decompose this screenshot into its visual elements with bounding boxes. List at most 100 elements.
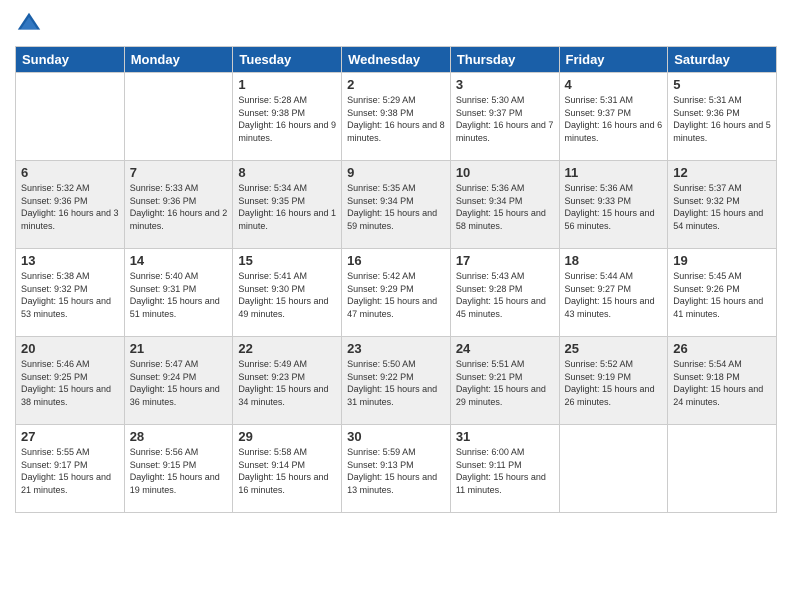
- day-number: 1: [238, 77, 336, 92]
- day-info: Sunrise: 5:58 AMSunset: 9:14 PMDaylight:…: [238, 446, 336, 496]
- day-info: Sunrise: 5:29 AMSunset: 9:38 PMDaylight:…: [347, 94, 445, 144]
- day-cell: 4 Sunrise: 5:31 AMSunset: 9:37 PMDaylight…: [559, 73, 668, 161]
- day-cell: 14 Sunrise: 5:40 AMSunset: 9:31 PMDayligh…: [124, 249, 233, 337]
- day-cell: 1 Sunrise: 5:28 AMSunset: 9:38 PMDaylight…: [233, 73, 342, 161]
- day-info: Sunrise: 5:46 AMSunset: 9:25 PMDaylight:…: [21, 358, 119, 408]
- day-number: 3: [456, 77, 554, 92]
- day-cell: [559, 425, 668, 513]
- day-info: Sunrise: 5:38 AMSunset: 9:32 PMDaylight:…: [21, 270, 119, 320]
- day-number: 5: [673, 77, 771, 92]
- day-cell: 5 Sunrise: 5:31 AMSunset: 9:36 PMDaylight…: [668, 73, 777, 161]
- day-cell: 11 Sunrise: 5:36 AMSunset: 9:33 PMDayligh…: [559, 161, 668, 249]
- day-cell: 19 Sunrise: 5:45 AMSunset: 9:26 PMDayligh…: [668, 249, 777, 337]
- day-number: 14: [130, 253, 228, 268]
- day-info: Sunrise: 5:41 AMSunset: 9:30 PMDaylight:…: [238, 270, 336, 320]
- calendar: SundayMondayTuesdayWednesdayThursdayFrid…: [15, 46, 777, 513]
- day-cell: 27Sunrise: 5:55 AMSunset: 9:17 PMDayligh…: [16, 425, 125, 513]
- day-info: Sunrise: 5:40 AMSunset: 9:31 PMDaylight:…: [130, 270, 228, 320]
- day-cell: 16 Sunrise: 5:42 AMSunset: 9:29 PMDayligh…: [342, 249, 451, 337]
- day-number: 22: [238, 341, 336, 356]
- day-info: Sunrise: 5:31 AMSunset: 9:37 PMDaylight:…: [565, 94, 663, 144]
- day-number: 11: [565, 165, 663, 180]
- day-cell: 2 Sunrise: 5:29 AMSunset: 9:38 PMDaylight…: [342, 73, 451, 161]
- day-number: 13: [21, 253, 119, 268]
- day-number: 15: [238, 253, 336, 268]
- day-info: Sunrise: 5:59 AMSunset: 9:13 PMDaylight:…: [347, 446, 445, 496]
- day-info: Sunrise: 5:37 AMSunset: 9:32 PMDaylight:…: [673, 182, 771, 232]
- day-cell: [668, 425, 777, 513]
- day-cell: [124, 73, 233, 161]
- day-cell: 10 Sunrise: 5:36 AMSunset: 9:34 PMDayligh…: [450, 161, 559, 249]
- day-number: 2: [347, 77, 445, 92]
- day-info: Sunrise: 5:36 AMSunset: 9:34 PMDaylight:…: [456, 182, 554, 232]
- day-cell: 18 Sunrise: 5:44 AMSunset: 9:27 PMDayligh…: [559, 249, 668, 337]
- day-cell: 15 Sunrise: 5:41 AMSunset: 9:30 PMDayligh…: [233, 249, 342, 337]
- day-number: 21: [130, 341, 228, 356]
- day-info: Sunrise: 5:34 AMSunset: 9:35 PMDaylight:…: [238, 182, 336, 232]
- day-cell: 26 Sunrise: 5:54 AMSunset: 9:18 PMDayligh…: [668, 337, 777, 425]
- day-info: Sunrise: 5:28 AMSunset: 9:38 PMDaylight:…: [238, 94, 336, 144]
- day-cell: 21 Sunrise: 5:47 AMSunset: 9:24 PMDayligh…: [124, 337, 233, 425]
- day-cell: 28Sunrise: 5:56 AMSunset: 9:15 PMDayligh…: [124, 425, 233, 513]
- day-info: Sunrise: 5:31 AMSunset: 9:36 PMDaylight:…: [673, 94, 771, 144]
- day-number: 25: [565, 341, 663, 356]
- day-cell: 30 Sunrise: 5:59 AMSunset: 9:13 PMDayligh…: [342, 425, 451, 513]
- day-info: Sunrise: 5:36 AMSunset: 9:33 PMDaylight:…: [565, 182, 663, 232]
- day-number: 17: [456, 253, 554, 268]
- day-number: 23: [347, 341, 445, 356]
- page: SundayMondayTuesdayWednesdayThursdayFrid…: [0, 0, 792, 612]
- day-info: Sunrise: 5:42 AMSunset: 9:29 PMDaylight:…: [347, 270, 445, 320]
- day-number: 12: [673, 165, 771, 180]
- day-number: 24: [456, 341, 554, 356]
- day-number: 16: [347, 253, 445, 268]
- day-number: 4: [565, 77, 663, 92]
- day-cell: 8 Sunrise: 5:34 AMSunset: 9:35 PMDaylight…: [233, 161, 342, 249]
- week-row-5: 27Sunrise: 5:55 AMSunset: 9:17 PMDayligh…: [16, 425, 777, 513]
- day-info: Sunrise: 5:51 AMSunset: 9:21 PMDaylight:…: [456, 358, 554, 408]
- day-number: 30: [347, 429, 445, 444]
- day-info: Sunrise: 5:30 AMSunset: 9:37 PMDaylight:…: [456, 94, 554, 144]
- day-cell: 7Sunrise: 5:33 AMSunset: 9:36 PMDaylight…: [124, 161, 233, 249]
- logo: [15, 10, 45, 38]
- day-info: Sunrise: 5:44 AMSunset: 9:27 PMDaylight:…: [565, 270, 663, 320]
- day-cell: 31Sunrise: 6:00 AMSunset: 9:11 PMDayligh…: [450, 425, 559, 513]
- day-cell: 17 Sunrise: 5:43 AMSunset: 9:28 PMDayligh…: [450, 249, 559, 337]
- day-cell: 12 Sunrise: 5:37 AMSunset: 9:32 PMDayligh…: [668, 161, 777, 249]
- day-number: 18: [565, 253, 663, 268]
- day-number: 6: [21, 165, 119, 180]
- day-cell: 6 Sunrise: 5:32 AMSunset: 9:36 PMDaylight…: [16, 161, 125, 249]
- day-info: Sunrise: 5:32 AMSunset: 9:36 PMDaylight:…: [21, 182, 119, 232]
- day-header-thursday: Thursday: [450, 47, 559, 73]
- day-header-wednesday: Wednesday: [342, 47, 451, 73]
- day-info: Sunrise: 5:35 AMSunset: 9:34 PMDaylight:…: [347, 182, 445, 232]
- day-number: 26: [673, 341, 771, 356]
- day-cell: 3 Sunrise: 5:30 AMSunset: 9:37 PMDaylight…: [450, 73, 559, 161]
- day-info: Sunrise: 5:45 AMSunset: 9:26 PMDaylight:…: [673, 270, 771, 320]
- day-cell: 20 Sunrise: 5:46 AMSunset: 9:25 PMDayligh…: [16, 337, 125, 425]
- day-info: Sunrise: 5:54 AMSunset: 9:18 PMDaylight:…: [673, 358, 771, 408]
- day-number: 19: [673, 253, 771, 268]
- day-info: Sunrise: 5:33 AMSunset: 9:36 PMDaylight:…: [130, 182, 228, 232]
- day-number: 20: [21, 341, 119, 356]
- day-info: Sunrise: 5:43 AMSunset: 9:28 PMDaylight:…: [456, 270, 554, 320]
- day-header-sunday: Sunday: [16, 47, 125, 73]
- week-row-2: 6 Sunrise: 5:32 AMSunset: 9:36 PMDaylight…: [16, 161, 777, 249]
- day-info: Sunrise: 5:56 AMSunset: 9:15 PMDaylight:…: [130, 446, 228, 496]
- day-number: 29: [238, 429, 336, 444]
- day-cell: 29 Sunrise: 5:58 AMSunset: 9:14 PMDayligh…: [233, 425, 342, 513]
- week-row-1: 1 Sunrise: 5:28 AMSunset: 9:38 PMDaylight…: [16, 73, 777, 161]
- day-header-friday: Friday: [559, 47, 668, 73]
- day-number: 10: [456, 165, 554, 180]
- day-cell: 23 Sunrise: 5:50 AMSunset: 9:22 PMDayligh…: [342, 337, 451, 425]
- day-cell: 24 Sunrise: 5:51 AMSunset: 9:21 PMDayligh…: [450, 337, 559, 425]
- day-header-monday: Monday: [124, 47, 233, 73]
- day-info: Sunrise: 5:52 AMSunset: 9:19 PMDaylight:…: [565, 358, 663, 408]
- day-header-tuesday: Tuesday: [233, 47, 342, 73]
- day-header-saturday: Saturday: [668, 47, 777, 73]
- day-info: Sunrise: 6:00 AMSunset: 9:11 PMDaylight:…: [456, 446, 554, 496]
- day-info: Sunrise: 5:50 AMSunset: 9:22 PMDaylight:…: [347, 358, 445, 408]
- day-info: Sunrise: 5:47 AMSunset: 9:24 PMDaylight:…: [130, 358, 228, 408]
- day-number: 8: [238, 165, 336, 180]
- day-cell: 25 Sunrise: 5:52 AMSunset: 9:19 PMDayligh…: [559, 337, 668, 425]
- day-cell: 9Sunrise: 5:35 AMSunset: 9:34 PMDaylight…: [342, 161, 451, 249]
